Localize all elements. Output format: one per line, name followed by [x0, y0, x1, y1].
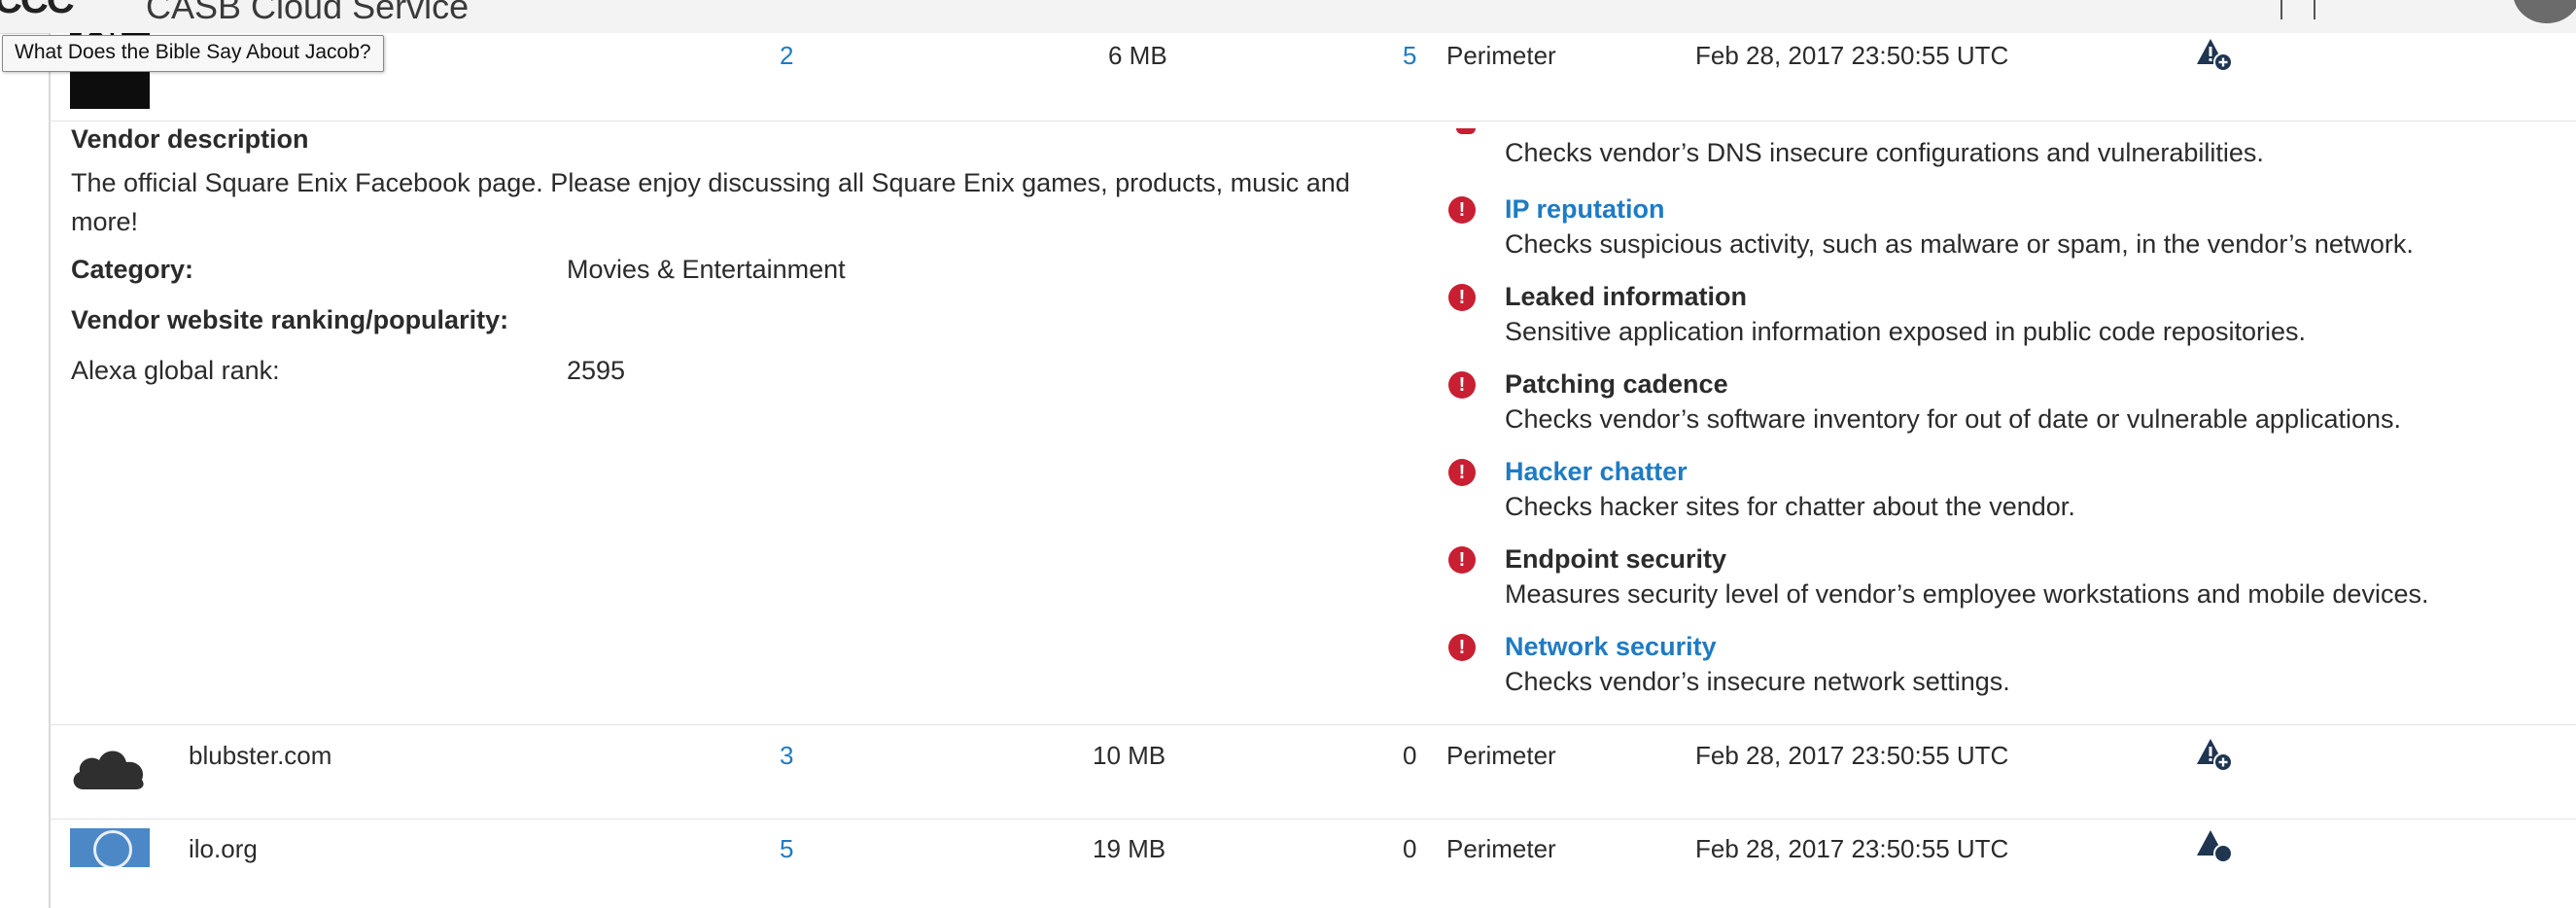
warning-icon: ! — [1448, 284, 1476, 311]
risk-item-desc: Checks vendor’s insecure network setting… — [1505, 667, 2010, 696]
risk-item-desc: Sensitive application information expose… — [1505, 317, 2306, 346]
vendor-name[interactable]: ilo.org — [189, 834, 258, 864]
warning-icon: ! — [1448, 459, 1476, 486]
risk-item-desc: Measures security level of vendor’s empl… — [1505, 579, 2429, 609]
app-logo: CCC — [0, 0, 140, 21]
vendor-description-text: The official Square Enix Facebook page. … — [71, 168, 1350, 236]
alert-add-icon[interactable] — [2195, 737, 2234, 772]
risk-count: 0 — [1403, 741, 1417, 770]
risk-item-title: Patching cadence — [1505, 369, 1728, 399]
risk-item-title: Leaked information — [1505, 282, 1748, 311]
risk-item-title-link[interactable]: Network security — [1505, 632, 1717, 662]
last-seen: Feb 28, 2017 23:50:55 UTC — [1695, 41, 2009, 70]
warning-icon: ! — [1448, 634, 1476, 661]
alert-add-icon[interactable] — [2195, 828, 2234, 863]
risk-item-desc: Checks vendor’s DNS insecure configurati… — [1505, 138, 2264, 167]
last-seen: Feb 28, 2017 23:50:55 UTC — [1695, 834, 2009, 863]
vendor-name[interactable]: blubster.com — [189, 741, 331, 771]
data-volume: 6 MB — [1108, 41, 1167, 70]
risk-item-desc: Checks suspicious activity, such as malw… — [1505, 229, 2414, 259]
row-divider — [49, 819, 2576, 820]
category-value: Movies & Entertainment — [567, 255, 846, 284]
risk-item-title-link[interactable]: Hacker chatter — [1505, 457, 1688, 487]
risk-item-title-link[interactable]: IP reputation — [1505, 194, 1665, 225]
app-logo-text: CCC — [0, 0, 75, 21]
alexa-rank-label: Alexa global rank: — [71, 356, 280, 385]
category-label: Category: — [71, 255, 194, 284]
users-count-link[interactable]: 2 — [780, 41, 793, 71]
users-count-link[interactable]: 3 — [780, 741, 793, 771]
data-volume: 19 MB — [1093, 834, 1166, 863]
app-header: CCC CASB Cloud Service — [0, 0, 2576, 34]
warning-icon: ! — [1448, 546, 1476, 574]
risk-item-desc: Checks hacker sites for chatter about th… — [1505, 492, 2075, 521]
risk-item-desc: Checks vendor’s software inventory for o… — [1505, 404, 2402, 434]
risk-count-link[interactable]: 5 — [1403, 41, 1416, 71]
warning-icon: ! — [1448, 371, 1476, 399]
data-volume: 10 MB — [1093, 741, 1166, 770]
alert-add-icon[interactable] — [2195, 37, 2234, 72]
source-label: Perimeter — [1446, 741, 1556, 770]
source-label: Perimeter — [1446, 41, 1556, 70]
row-divider — [49, 121, 2576, 122]
cloud-icon — [73, 751, 144, 789]
last-seen: Feb 28, 2017 23:50:55 UTC — [1695, 741, 2009, 770]
row-divider — [49, 724, 2576, 725]
vendor-description-label: Vendor description — [71, 124, 309, 154]
risk-count: 0 — [1403, 834, 1417, 863]
warning-icon — [1456, 128, 1476, 134]
users-count-link[interactable]: 5 — [780, 834, 793, 864]
source-label: Perimeter — [1446, 834, 1556, 863]
user-avatar[interactable] — [2513, 0, 2576, 23]
header-divider — [2314, 0, 2315, 19]
ranking-label: Vendor website ranking/popularity: — [71, 305, 509, 334]
risk-item-title: Endpoint security — [1505, 544, 1727, 574]
alexa-rank-value: 2595 — [567, 356, 626, 385]
app-title: CASB Cloud Service — [146, 0, 470, 26]
warning-icon: ! — [1448, 196, 1476, 224]
browser-tooltip: What Does the Bible Say About Jacob? — [2, 35, 384, 72]
vendor-logo — [70, 828, 150, 867]
header-divider — [2280, 0, 2282, 19]
